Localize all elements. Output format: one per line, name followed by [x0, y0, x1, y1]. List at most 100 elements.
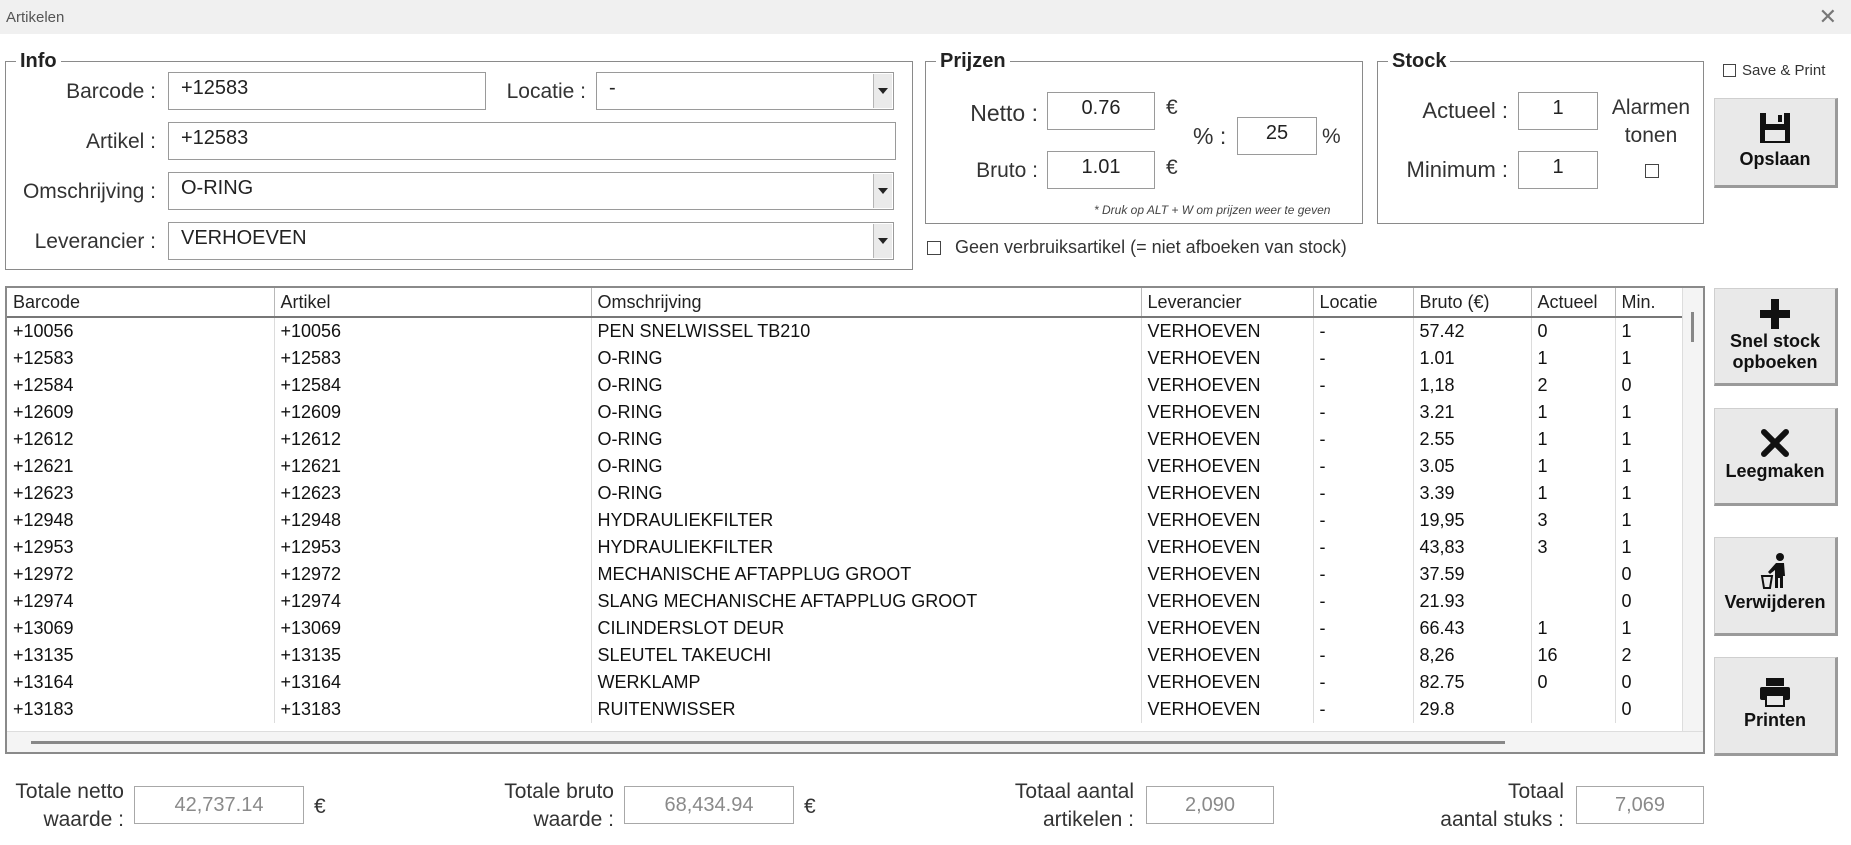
table-cell: HYDRAULIEKFILTER	[591, 507, 1142, 534]
table-cell: +12621	[274, 453, 592, 480]
column-header[interactable]: Barcode	[7, 288, 275, 318]
scroll-thumb[interactable]	[1691, 312, 1694, 342]
totale-bruto-label-1: Totale bruto	[504, 780, 614, 803]
table-cell: 8,26	[1413, 642, 1532, 669]
opslaan-button[interactable]: Opslaan	[1714, 98, 1838, 188]
snel-stock-label-2: opboeken	[1732, 352, 1818, 372]
minimum-input[interactable]: 1	[1518, 151, 1598, 189]
netto-currency: €	[1166, 96, 1178, 119]
column-header[interactable]: Bruto (€)	[1413, 288, 1532, 318]
table-cell: 1.01	[1413, 345, 1532, 372]
omschrijving-value: O-RING	[181, 177, 254, 199]
table-cell: +12974	[274, 588, 592, 615]
netto-input[interactable]: 0.76	[1047, 92, 1155, 130]
table-row[interactable]: +13164 +13164 WERKLAMP VERHOEVEN -82.75 0 0	[7, 669, 1688, 696]
save-print-checkbox[interactable]	[1723, 64, 1736, 77]
geen-verbruik-checkbox[interactable]	[927, 241, 941, 255]
alarmen-checkbox[interactable]	[1645, 164, 1659, 178]
table-cell: -	[1313, 669, 1414, 696]
alarmen-label-2: tonen	[1624, 124, 1678, 147]
table-cell: -	[1313, 561, 1414, 588]
verwijderen-button[interactable]: Verwijderen	[1714, 537, 1838, 636]
table-cell: VERHOEVEN	[1141, 317, 1314, 345]
table-row[interactable]: +12972 +12972 MECHANISCHE AFTAPPLUG GROOT V…	[7, 561, 1688, 588]
barcode-input[interactable]: +12583	[168, 72, 486, 110]
locatie-label: Locatie :	[506, 80, 586, 103]
table-row[interactable]: +12953 +12953 HYDRAULIEKFILTER VERHOEVEN -43…	[7, 534, 1688, 561]
close-icon[interactable]: ✕	[1819, 4, 1837, 30]
table-row[interactable]: +12583 +12583 O-RING VERHOEVEN -1.01 1 1	[7, 345, 1688, 372]
table-cell: VERHOEVEN	[1141, 399, 1314, 426]
chevron-down-icon[interactable]	[873, 224, 892, 258]
column-header[interactable]: Leverancier	[1141, 288, 1314, 318]
table-cell: 1	[1531, 453, 1616, 480]
table-row[interactable]: +12584 +12584 O-RING VERHOEVEN -1,18 2 0	[7, 372, 1688, 399]
table-cell: O-RING	[591, 372, 1142, 399]
clear-icon	[1761, 429, 1789, 457]
table-cell: +13069	[274, 615, 592, 642]
table-cell: -	[1313, 480, 1414, 507]
prijzen-legend: Prijzen	[940, 50, 1006, 72]
table-cell: +12972	[274, 561, 592, 588]
chevron-down-icon[interactable]	[873, 174, 892, 208]
table-cell: +12584	[274, 372, 592, 399]
totaal-artikelen-label-1: Totaal aantal	[1014, 780, 1134, 803]
bruto-input[interactable]: 1.01	[1047, 151, 1155, 189]
table-cell: +12623	[7, 480, 275, 507]
pct-label: % :	[1193, 123, 1227, 149]
table-cell: +12583	[7, 345, 275, 372]
artikel-input[interactable]: +12583	[168, 122, 896, 160]
table-cell: -	[1313, 426, 1414, 453]
totaal-stuks-field[interactable]: 7,069	[1576, 786, 1704, 824]
leverancier-value: VERHOEVEN	[181, 227, 307, 249]
table-row[interactable]: +12609 +12609 O-RING VERHOEVEN -3.21 1 1	[7, 399, 1688, 426]
table-row[interactable]: +12621 +12621 O-RING VERHOEVEN -3.05 1 1	[7, 453, 1688, 480]
actueel-input[interactable]: 1	[1518, 92, 1598, 130]
omschrijving-select[interactable]: O-RING	[168, 172, 894, 210]
column-header[interactable]: Artikel	[274, 288, 592, 318]
totale-bruto-field[interactable]: 68,434.94	[624, 786, 794, 824]
table-cell: O-RING	[591, 426, 1142, 453]
table-cell: +12953	[7, 534, 275, 561]
table-row[interactable]: +13135 +13135 SLEUTEL TAKEUCHI VERHOEVEN -8,…	[7, 642, 1688, 669]
pct-input[interactable]: 25	[1237, 117, 1317, 155]
table-cell: +12972	[7, 561, 275, 588]
column-header[interactable]: Locatie	[1313, 288, 1414, 318]
table-cell: VERHOEVEN	[1141, 669, 1314, 696]
table-body: +10056 +10056 PEN SNELWISSEL TB210 VERHOEVE…	[7, 317, 1688, 723]
table-cell: +12612	[274, 426, 592, 453]
printen-button[interactable]: Printen	[1714, 657, 1838, 756]
table-cell: VERHOEVEN	[1141, 696, 1314, 723]
locatie-select[interactable]: -	[596, 72, 894, 110]
table-cell: 0	[1615, 561, 1688, 588]
scroll-thumb[interactable]	[31, 741, 1505, 744]
bruto-currency: €	[1166, 156, 1178, 179]
table-row[interactable]: +12948 +12948 HYDRAULIEKFILTER VERHOEVEN -19…	[7, 507, 1688, 534]
totale-netto-field[interactable]: 42,737.14	[134, 786, 304, 824]
snel-stock-button[interactable]: Snel stock opboeken	[1714, 288, 1838, 386]
table-row[interactable]: +12974 +12974 SLANG MECHANISCHE AFTAPPLUG …	[7, 588, 1688, 615]
totaal-artikelen-field[interactable]: 2,090	[1146, 786, 1274, 824]
column-header[interactable]: Actueel	[1531, 288, 1616, 318]
table-row[interactable]: +12623 +12623 O-RING VERHOEVEN -3.39 1 1	[7, 480, 1688, 507]
table-row[interactable]: +13069 +13069 CILINDERSLOT DEUR VERHOEVEN -6…	[7, 615, 1688, 642]
table-cell: 1	[1531, 480, 1616, 507]
chevron-down-icon[interactable]	[873, 74, 892, 108]
table-row[interactable]: +12612 +12612 O-RING VERHOEVEN -2.55 1 1	[7, 426, 1688, 453]
vertical-scrollbar[interactable]	[1682, 288, 1703, 752]
window-title: Artikelen	[6, 9, 65, 26]
horizontal-scrollbar[interactable]	[7, 731, 1703, 752]
leverancier-select[interactable]: VERHOEVEN	[168, 222, 894, 260]
table-cell: 1	[1531, 345, 1616, 372]
column-header[interactable]: Min.	[1615, 288, 1688, 318]
totale-netto-currency: €	[314, 795, 326, 818]
totaal-stuks-label-1: Totaal	[1507, 780, 1564, 803]
table-header: Barcode Artikel Omschrijving Leverancier Loc…	[7, 288, 1688, 318]
table-cell: 1,18	[1413, 372, 1532, 399]
table-row[interactable]: +10056 +10056 PEN SNELWISSEL TB210 VERHOEVE…	[7, 317, 1688, 345]
column-header[interactable]: Omschrijving	[591, 288, 1142, 318]
table-cell: -	[1313, 317, 1414, 345]
table-cell	[1531, 588, 1616, 615]
leegmaken-button[interactable]: Leegmaken	[1714, 408, 1838, 506]
table-row[interactable]: +13183 +13183 RUITENWISSER VERHOEVEN -29.8 0	[7, 696, 1688, 723]
